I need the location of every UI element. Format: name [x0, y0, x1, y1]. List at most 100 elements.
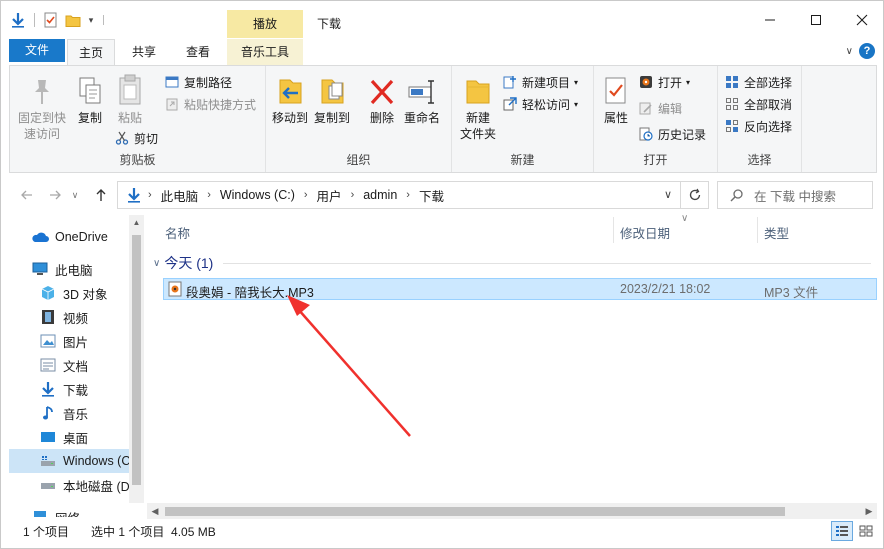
group-label-open: 打开 — [643, 153, 668, 167]
customize-dropdown-icon[interactable]: ▾ — [86, 11, 96, 29]
tab-file[interactable]: 文件 — [9, 39, 65, 62]
nav-item-drive-c[interactable]: Windows (C — [9, 449, 129, 473]
computer-icon — [31, 260, 49, 278]
nav-item-videos[interactable]: 视频 — [9, 305, 129, 329]
tab-home[interactable]: 主页 — [67, 39, 115, 66]
file-row[interactable]: 段奥娟 - 陪我长大.MP3 2023/2/21 18:02 MP3 文件 — [163, 278, 877, 300]
navigation-pane: OneDrive 此电脑 3D 对象 视频 图片 文档 下载 音乐 桌面 Win… — [9, 215, 145, 517]
new-folder-label-2: 文件夹 — [459, 127, 496, 141]
group-header-today[interactable]: ∨ 今天 (1) — [153, 251, 877, 275]
move-to-icon — [274, 72, 306, 106]
edit-button[interactable]: 编辑 — [638, 98, 682, 118]
toolbar-divider — [103, 15, 104, 25]
column-divider[interactable] — [613, 217, 614, 243]
properties-check-icon[interactable] — [42, 11, 60, 29]
file-name[interactable]: 段奥娟 - 陪我长大.MP3 — [186, 282, 314, 301]
file-list-horizontal-scrollbar[interactable]: ◀ ▶ — [147, 503, 877, 519]
tab-music-tools[interactable]: 音乐工具 — [227, 39, 303, 65]
scrollbar-thumb[interactable] — [132, 235, 141, 485]
mp3-file-icon — [168, 281, 182, 297]
paste-button[interactable]: 粘贴 — [112, 72, 148, 126]
breadcrumb-separator[interactable]: › — [406, 189, 410, 201]
new-folder-button[interactable]: 新建 文件夹 — [456, 72, 500, 142]
properties-button[interactable]: 属性 — [598, 72, 634, 126]
maximize-button[interactable] — [793, 1, 839, 39]
large-icons-view-icon[interactable] — [855, 521, 877, 541]
nav-label: 图片 — [63, 335, 89, 350]
nav-item-this-pc[interactable]: 此电脑 — [9, 257, 129, 281]
download-arrow-icon[interactable] — [9, 11, 27, 29]
address-dropdown-icon[interactable]: ∨ — [664, 188, 672, 201]
refresh-button[interactable] — [680, 182, 708, 208]
recent-locations-button[interactable]: ∨ — [69, 185, 81, 205]
column-header-modified[interactable]: 修改日期 — [620, 223, 670, 242]
copy-icon — [74, 72, 106, 106]
search-box[interactable]: 在 下载 中搜索 — [717, 181, 873, 209]
copy-button[interactable]: 复制 — [72, 72, 108, 126]
group-collapse-icon[interactable]: ∨ — [153, 258, 160, 269]
close-button[interactable] — [839, 1, 883, 39]
select-all-button[interactable]: 全部选择 — [724, 72, 792, 92]
address-bar[interactable]: › 此电脑 › Windows (C:) › 用户 › admin › 下载 ∨ — [117, 181, 709, 209]
select-none-button[interactable]: 全部取消 — [724, 94, 792, 114]
breadcrumb-this-pc[interactable]: 此电脑 — [161, 186, 199, 205]
rename-button[interactable]: 重命名 — [402, 72, 442, 126]
breadcrumb-separator[interactable]: › — [148, 189, 152, 201]
nav-item-documents[interactable]: 文档 — [9, 353, 129, 377]
nav-item-drive-d[interactable]: 本地磁盘 (D — [9, 473, 129, 497]
easy-access-icon — [502, 96, 518, 112]
cloud-icon — [31, 228, 49, 246]
scissors-icon — [114, 130, 130, 146]
column-header-type[interactable]: 类型 — [764, 223, 789, 242]
new-folder-icon[interactable] — [64, 11, 82, 29]
back-button[interactable] — [17, 185, 37, 205]
breadcrumb-drive-c[interactable]: Windows (C:) — [220, 188, 295, 202]
context-tab-play[interactable]: 播放 — [227, 10, 303, 38]
history-clock-icon — [638, 126, 654, 142]
nav-item-pictures[interactable]: 图片 — [9, 329, 129, 353]
scroll-left-arrow-icon[interactable]: ◀ — [147, 503, 163, 519]
nav-item-desktop[interactable]: 桌面 — [9, 425, 129, 449]
copy-to-button[interactable]: 复制到 — [312, 72, 352, 126]
scroll-right-arrow-icon[interactable]: ▶ — [861, 503, 877, 519]
delete-label: 删除 — [369, 111, 394, 125]
breadcrumb-downloads[interactable]: 下载 — [419, 186, 444, 205]
scroll-up-arrow-icon[interactable]: ▲ — [129, 215, 144, 231]
collapse-ribbon-icon[interactable]: ∨ — [846, 46, 853, 57]
paste-shortcut-button[interactable]: 粘贴快捷方式 — [164, 94, 256, 114]
details-view-icon[interactable] — [831, 521, 853, 541]
column-header-name[interactable]: 名称 — [165, 223, 190, 242]
breadcrumb-users[interactable]: 用户 — [317, 186, 342, 205]
invert-selection-label: 反向选择 — [744, 119, 793, 134]
forward-button[interactable] — [45, 185, 65, 205]
easy-access-button[interactable]: 轻松访问 ▾ — [502, 94, 578, 114]
copy-path-button[interactable]: 复制路径 — [164, 72, 232, 92]
nav-item-downloads[interactable]: 下载 — [9, 377, 129, 401]
open-button[interactable]: 打开 ▾ — [638, 72, 690, 92]
tab-share[interactable]: 共享 — [119, 39, 169, 65]
up-button[interactable] — [91, 185, 111, 205]
nav-item-3d-objects[interactable]: 3D 对象 — [9, 281, 129, 305]
scrollbar-thumb[interactable] — [165, 507, 785, 516]
nav-item-music[interactable]: 音乐 — [9, 401, 129, 425]
minimize-button[interactable] — [747, 1, 793, 39]
breadcrumb-separator[interactable]: › — [207, 189, 211, 201]
breadcrumb-admin[interactable]: admin — [363, 188, 397, 202]
history-button[interactable]: 历史记录 — [638, 124, 706, 144]
nav-item-network[interactable]: 网络 — [9, 505, 129, 517]
delete-x-icon — [366, 72, 398, 106]
ribbon-tab-bar: 文件 主页 共享 查看 音乐工具 ∨ ? — [1, 39, 883, 66]
pin-quick-access-button[interactable]: 固定到快 速访问 — [14, 72, 70, 142]
invert-selection-button[interactable]: 反向选择 — [724, 116, 792, 136]
tab-view[interactable]: 查看 — [173, 39, 223, 65]
move-to-button[interactable]: 移动到 — [270, 72, 310, 126]
help-icon[interactable]: ? — [859, 43, 875, 59]
breadcrumb-separator[interactable]: › — [351, 189, 355, 201]
breadcrumb-separator[interactable]: › — [304, 189, 308, 201]
column-divider[interactable] — [757, 217, 758, 243]
new-item-button[interactable]: 新建项目 ▾ — [502, 72, 578, 92]
cut-button[interactable]: 剪切 — [114, 128, 158, 148]
delete-button[interactable]: 删除 — [364, 72, 400, 126]
nav-item-onedrive[interactable]: OneDrive — [9, 225, 129, 249]
nav-pane-scrollbar[interactable]: ▲ — [129, 215, 144, 503]
